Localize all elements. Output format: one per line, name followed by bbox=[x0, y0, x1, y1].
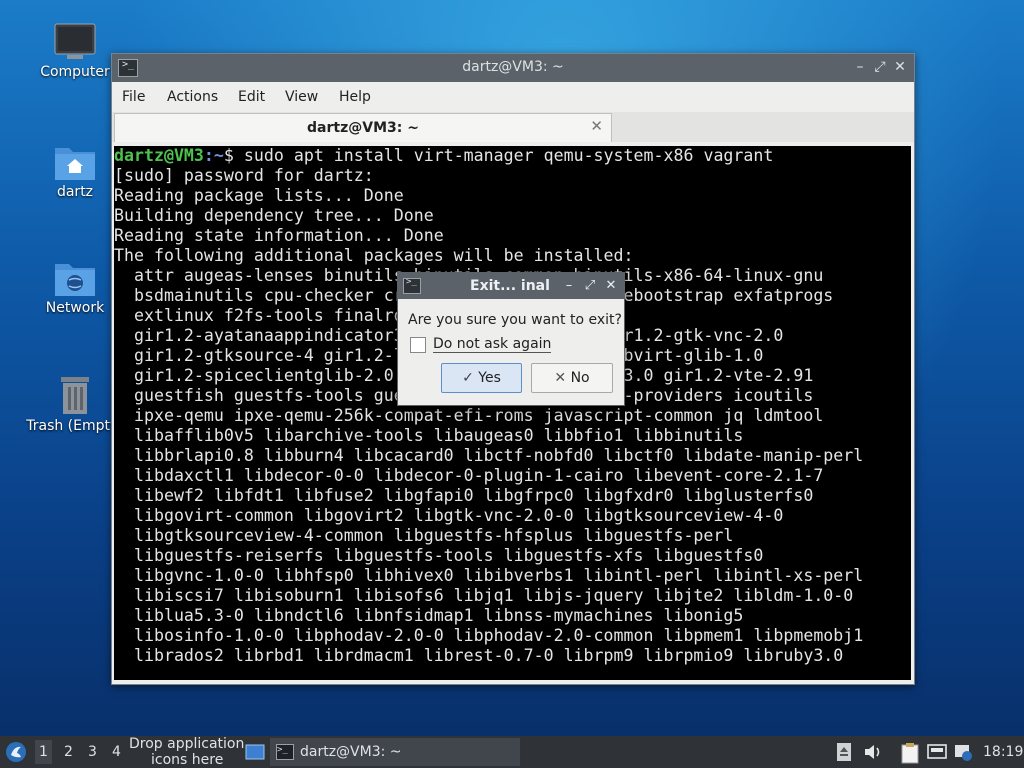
cancel-icon: ✕ bbox=[554, 370, 567, 386]
terminal-line: liblua5.3-0 libndctl6 libnfsidmap1 libns… bbox=[114, 606, 744, 625]
desktop-icon-network[interactable]: Network bbox=[25, 258, 125, 316]
tab-label: dartz@VM3: ~ bbox=[307, 120, 419, 136]
tab-bar: dartz@VM3: ~ ✕ bbox=[112, 112, 914, 142]
dialog-titlebar[interactable]: >_ Exit... inal – ⤢ ✕ bbox=[398, 273, 624, 299]
monitor-icon bbox=[54, 23, 96, 59]
prompt-line: dartz@VM3:~$ sudo apt install virt-manag… bbox=[114, 146, 911, 166]
launcher-drop-text-2: icons here bbox=[151, 752, 224, 768]
network-folder-icon bbox=[55, 264, 95, 296]
do-not-ask-label[interactable]: Do not ask again bbox=[433, 336, 552, 353]
desktop-icon-label: Computer bbox=[40, 64, 110, 80]
desktop-icon-home[interactable]: dartz bbox=[25, 142, 125, 200]
terminal-line: libdaxctl1 libdecor-0-0 libdecor-0-plugi… bbox=[114, 466, 824, 485]
taskbar: 1 2 3 4 Drop application icons here >_ d… bbox=[0, 736, 1024, 768]
terminal-line: libguestfs-reiserfs libguestfs-tools lib… bbox=[114, 546, 764, 565]
terminal-line: libosinfo-1.0-0 libphodav-2.0-0 libphoda… bbox=[114, 626, 864, 645]
check-icon: ✓ bbox=[462, 370, 474, 386]
terminal-line: Reading package lists... Done bbox=[114, 186, 404, 205]
desktop-icon-computer[interactable]: Computer bbox=[25, 22, 125, 80]
terminal-line: Reading state information... Done bbox=[114, 226, 444, 245]
terminal-line: [sudo] password for dartz: bbox=[114, 166, 374, 185]
clipboard-icon[interactable] bbox=[900, 742, 920, 764]
window-titlebar[interactable]: >_ dartz@VM3: ~ – ⤢ ✕ bbox=[112, 54, 914, 82]
desktop-icon-label: Trash (Empty) bbox=[26, 418, 124, 434]
volume-icon[interactable] bbox=[863, 742, 883, 762]
taskbar-item-label: dartz@VM3: ~ bbox=[300, 744, 402, 760]
no-button[interactable]: ✕ No bbox=[531, 363, 613, 393]
workspace-3[interactable]: 3 bbox=[88, 744, 97, 760]
terminal-lines: [sudo] password for dartz: Reading packag… bbox=[114, 166, 911, 666]
terminal-app-icon: >_ bbox=[403, 277, 421, 294]
show-desktop-icon[interactable] bbox=[245, 744, 265, 760]
dialog-question: Are you sure you want to exit? bbox=[408, 312, 622, 328]
desktop-icon-label: Network bbox=[45, 300, 105, 316]
yes-button[interactable]: ✓ Yes bbox=[441, 363, 522, 393]
terminal-line: libbrlapi0.8 libburn4 libcacard0 libctf-… bbox=[114, 446, 864, 465]
dialog-title: Exit... inal bbox=[470, 278, 550, 294]
close-icon[interactable]: ✕ bbox=[892, 58, 908, 76]
prompt-user: dartz@VM3 bbox=[114, 146, 204, 165]
clock[interactable]: 18:19 bbox=[983, 744, 1023, 760]
desktop-icon-trash[interactable]: Trash (Empty) bbox=[25, 374, 125, 434]
exit-dialog: >_ Exit... inal – ⤢ ✕ Are you sure you w… bbox=[397, 272, 625, 406]
network-icon[interactable] bbox=[927, 742, 947, 762]
workspace-4[interactable]: 4 bbox=[112, 744, 121, 760]
no-label: No bbox=[570, 370, 590, 386]
terminal-line: The following additional packages will b… bbox=[114, 246, 634, 265]
desktop-icon-label: dartz bbox=[56, 184, 94, 200]
maximize-icon[interactable]: ⤢ bbox=[583, 278, 597, 294]
tab-close-icon[interactable]: ✕ bbox=[590, 117, 603, 135]
terminal-line: libgvnc-1.0-0 libhfsp0 libhivex0 libibve… bbox=[114, 566, 864, 585]
taskbar-item-terminal[interactable]: >_ dartz@VM3: ~ bbox=[270, 738, 520, 766]
command-text: sudo apt install virt-manager qemu-syste… bbox=[233, 146, 774, 165]
terminal-line: libgovirt-common libgovirt2 libgtk-vnc-2… bbox=[114, 506, 784, 525]
terminal-line: librados2 librbd1 librdmacm1 librest-0.7… bbox=[114, 646, 844, 665]
menu-bar: File Actions Edit View Help bbox=[112, 83, 914, 111]
do-not-ask-checkbox[interactable] bbox=[410, 337, 426, 353]
terminal-line: libafflib0v5 libarchive-tools libaugeas0… bbox=[114, 426, 744, 445]
terminal-output[interactable]: dartz@VM3:~$ sudo apt install virt-manag… bbox=[114, 146, 911, 680]
launcher-drop-text-1: Drop application bbox=[129, 736, 245, 752]
updates-icon[interactable] bbox=[953, 742, 973, 762]
workspace-1[interactable]: 1 bbox=[35, 740, 52, 764]
menu-file[interactable]: File bbox=[122, 89, 145, 105]
window-title: dartz@VM3: ~ bbox=[462, 59, 564, 75]
minimize-icon[interactable]: – bbox=[562, 278, 576, 294]
terminal-line: libgtksourceview-4-common libguestfs-hfs… bbox=[114, 526, 734, 545]
menu-view[interactable]: View bbox=[285, 89, 318, 105]
eject-icon[interactable] bbox=[836, 742, 852, 762]
terminal-line: ipxe-qemu ipxe-qemu-256k-compat-efi-roms… bbox=[114, 406, 824, 425]
minimize-icon[interactable]: – bbox=[852, 58, 868, 76]
yes-label: Yes bbox=[478, 370, 501, 386]
menu-edit[interactable]: Edit bbox=[238, 89, 265, 105]
terminal-line: libewf2 libfdt1 libfuse2 libgfapi0 libgf… bbox=[114, 486, 814, 505]
prompt-path: :~ bbox=[203, 146, 224, 165]
close-icon[interactable]: ✕ bbox=[604, 278, 618, 294]
trash-icon bbox=[61, 377, 89, 414]
prompt-symbol: $ bbox=[223, 146, 234, 165]
maximize-icon[interactable]: ⤢ bbox=[872, 58, 888, 76]
home-folder-icon bbox=[55, 148, 95, 180]
start-menu-icon[interactable] bbox=[5, 741, 27, 763]
menu-help[interactable]: Help bbox=[339, 89, 371, 105]
terminal-line: Building dependency tree... Done bbox=[114, 206, 434, 225]
terminal-line: libiscsi7 libisoburn1 libisofs6 libjq1 l… bbox=[114, 586, 854, 605]
menu-actions[interactable]: Actions bbox=[167, 89, 218, 105]
workspace-2[interactable]: 2 bbox=[64, 744, 73, 760]
tab-terminal[interactable]: dartz@VM3: ~ ✕ bbox=[114, 113, 612, 142]
terminal-app-icon: >_ bbox=[276, 744, 294, 760]
